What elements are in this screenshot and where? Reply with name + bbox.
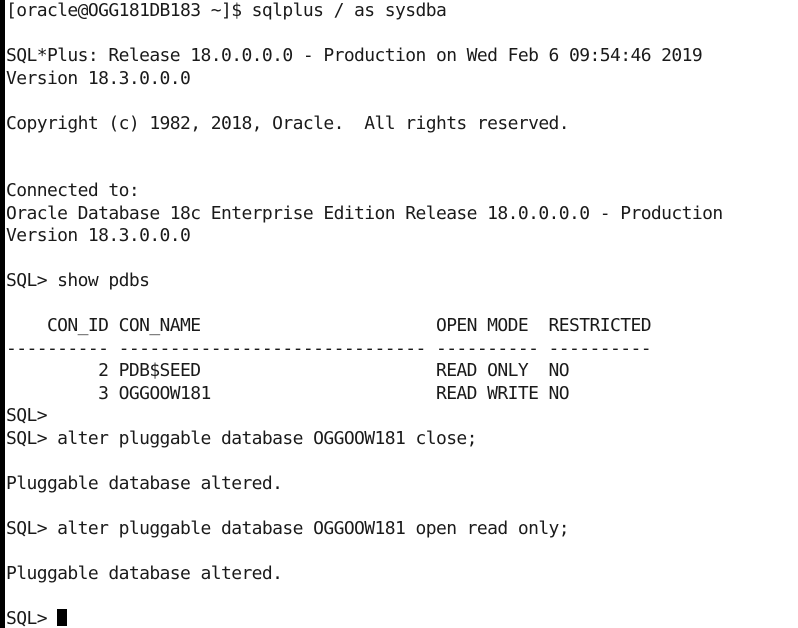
terminal-line-text: [oracle@OGG181DB183 ~]$ sqlplus / as sys… (6, 0, 447, 21)
terminal-line-text: Connected to: (6, 180, 140, 201)
terminal-line-text: SQL> (6, 607, 58, 628)
terminal-line: ---------- -----------------------------… (6, 338, 798, 361)
terminal-line: SQL> (6, 405, 798, 428)
terminal-line: Version 18.3.0.0.0 (6, 225, 798, 248)
terminal-output[interactable]: [oracle@OGG181DB183 ~]$ sqlplus / as sys… (6, 0, 798, 628)
terminal-line: Oracle Database 18c Enterprise Edition R… (6, 203, 798, 226)
terminal-line-text: Pluggable database altered. (6, 472, 283, 494)
terminal-line: SQL*Plus: Release 18.0.0.0.0 - Productio… (6, 45, 798, 68)
terminal-line: Connected to: (6, 180, 798, 203)
terminal-line-text: 3 OGGOOW181 READ WRITE NO (6, 382, 570, 404)
terminal-line-text: Pluggable database altered. (6, 562, 283, 584)
terminal-prompt-line: SQL> (6, 608, 798, 628)
window-edge (0, 0, 5, 628)
text-cursor (57, 608, 68, 626)
terminal-line: SQL> show pdbs (6, 270, 798, 293)
terminal-line-text: Copyright (c) 1982, 2018, Oracle. All ri… (6, 112, 570, 134)
terminal-line: [oracle@OGG181DB183 ~]$ sqlplus / as sys… (6, 0, 798, 23)
terminal-line-text: SQL> show pdbs (6, 270, 150, 291)
terminal-line: Version 18.3.0.0.0 (6, 68, 798, 91)
terminal-line-text: SQL> alter pluggable database OGGOOW181 … (6, 517, 570, 539)
terminal-line-text: SQL> (6, 405, 48, 426)
terminal-line: 3 OGGOOW181 READ WRITE NO (6, 383, 798, 406)
terminal-line: Pluggable database altered. (6, 473, 798, 496)
terminal-line-text: ---------- -----------------------------… (6, 337, 652, 359)
terminal-line-text: 2 PDB$SEED READ ONLY NO (6, 360, 570, 381)
terminal-line: SQL> alter pluggable database OGGOOW181 … (6, 518, 798, 541)
terminal-line-text: Oracle Database 18c Enterprise Edition R… (6, 202, 723, 224)
terminal-line: Copyright (c) 1982, 2018, Oracle. All ri… (6, 113, 798, 136)
terminal-line-text: Version 18.3.0.0.0 (6, 225, 191, 246)
terminal-line-text: SQL> alter pluggable database OGGOOW181 … (6, 427, 478, 449)
terminal-line: SQL> alter pluggable database OGGOOW181 … (6, 428, 798, 451)
terminal-line: 2 PDB$SEED READ ONLY NO (6, 360, 798, 383)
terminal-line-text: SQL*Plus: Release 18.0.0.0.0 - Productio… (6, 45, 703, 66)
terminal-line-text: CON_ID CON_NAME OPEN MODE RESTRICTED (6, 315, 652, 336)
terminal-line: Pluggable database altered. (6, 563, 798, 586)
terminal-window[interactable]: [oracle@OGG181DB183 ~]$ sqlplus / as sys… (0, 0, 798, 628)
terminal-line: CON_ID CON_NAME OPEN MODE RESTRICTED (6, 315, 798, 338)
terminal-line-text: Version 18.3.0.0.0 (6, 67, 191, 89)
